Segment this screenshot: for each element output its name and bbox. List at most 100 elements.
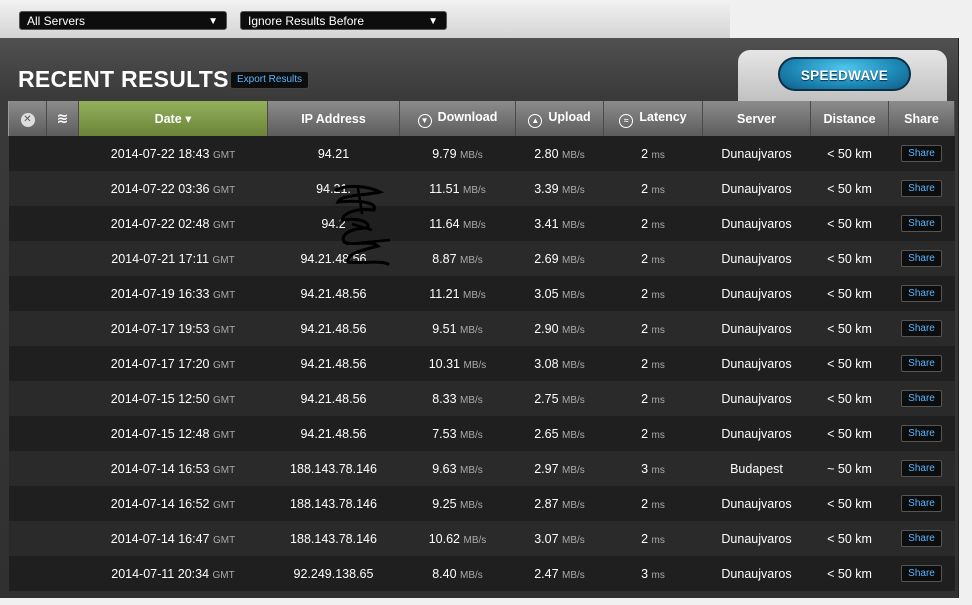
ip-cell: 188.143.78.146	[267, 451, 400, 486]
row-spacer	[46, 311, 79, 346]
row-spacer	[8, 171, 47, 206]
date-cell: 2014-07-17 17:20 GMT	[78, 346, 268, 381]
speedwave-column[interactable]: ≋	[46, 101, 79, 136]
download-cell: 11.21 MB/s	[399, 276, 516, 311]
row-spacer	[46, 556, 79, 591]
date-cell: 2014-07-11 20:34 GMT	[78, 556, 268, 591]
date-cell: 2014-07-21 17:11 GMT	[78, 241, 268, 276]
ip-cell: 94.21.48.56	[267, 416, 400, 451]
ip-column-header[interactable]: IP Address	[267, 101, 400, 136]
server-cell: Dunaujvaros	[702, 136, 811, 171]
download-cell: 10.62 MB/s	[399, 521, 516, 556]
upload-cell: 2.69 MB/s	[515, 241, 604, 276]
latency-cell: 2 ms	[603, 241, 703, 276]
download-column-header[interactable]: ▼ Download	[399, 101, 516, 136]
share-button[interactable]: Share	[901, 320, 942, 337]
share-button[interactable]: Share	[901, 355, 942, 372]
table-row: 2014-07-22 18:43 GMT 94.21 9.79 MB/s 2.80 M…	[8, 136, 955, 171]
distance-cell: < 50 km	[810, 241, 889, 276]
upload-cell: 3.05 MB/s	[515, 276, 604, 311]
download-cell: 8.40 MB/s	[399, 556, 516, 591]
table-row: 2014-07-22 03:36 GMT 94.21. 11.51 MB/s 3.39…	[8, 171, 955, 206]
server-filter-value: All Servers	[27, 14, 86, 28]
date-cell: 2014-07-22 18:43 GMT	[78, 136, 268, 171]
server-cell: Dunaujvaros	[702, 346, 811, 381]
row-spacer	[46, 206, 79, 241]
latency-cell: 2 ms	[603, 136, 703, 171]
page-title: RECENT RESULTS	[18, 66, 229, 92]
row-spacer	[46, 276, 79, 311]
clear-column[interactable]: ✕	[8, 101, 47, 136]
latency-cell: 3 ms	[603, 556, 703, 591]
share-button[interactable]: Share	[901, 390, 942, 407]
distance-cell: < 50 km	[810, 486, 889, 521]
table-row: 2014-07-17 19:53 GMT 94.21.48.56 9.51 MB/s…	[8, 311, 955, 346]
latency-cell: 2 ms	[603, 381, 703, 416]
date-cell: 2014-07-22 02:48 GMT	[78, 206, 268, 241]
row-spacer	[8, 346, 47, 381]
share-button[interactable]: Share	[901, 530, 942, 547]
row-spacer	[46, 451, 79, 486]
share-cell: Share	[888, 486, 955, 521]
share-cell: Share	[888, 521, 955, 556]
share-button[interactable]: Share	[901, 565, 942, 582]
share-button[interactable]: Share	[901, 215, 942, 232]
ignore-results-value: Ignore Results Before	[248, 14, 365, 28]
row-spacer	[46, 486, 79, 521]
date-cell: 2014-07-14 16:52 GMT	[78, 486, 268, 521]
distance-cell: < 50 km	[810, 416, 889, 451]
table-row: 2014-07-14 16:53 GMT 188.143.78.146 9.63 M…	[8, 451, 955, 486]
ignore-results-select[interactable]: Ignore Results Before ▼	[240, 11, 447, 30]
distance-header-label: Distance	[823, 111, 876, 126]
speedwave-button[interactable]: SPEEDWAVE	[778, 57, 911, 91]
server-column-header[interactable]: Server	[702, 101, 811, 136]
upload-cell: 2.97 MB/s	[515, 451, 604, 486]
upload-cell: 2.80 MB/s	[515, 136, 604, 171]
close-icon[interactable]: ✕	[20, 112, 35, 127]
share-button[interactable]: Share	[901, 180, 942, 197]
server-filter-select[interactable]: All Servers ▼	[19, 11, 227, 30]
date-cell: 2014-07-15 12:48 GMT	[78, 416, 268, 451]
share-cell: Share	[888, 451, 955, 486]
row-spacer	[8, 136, 47, 171]
ip-cell: 188.143.78.146	[267, 486, 400, 521]
upload-cell: 3.07 MB/s	[515, 521, 604, 556]
date-cell: 2014-07-17 19:53 GMT	[78, 311, 268, 346]
row-spacer	[8, 416, 47, 451]
upload-cell: 3.39 MB/s	[515, 171, 604, 206]
latency-header-label: Latency	[639, 109, 687, 124]
date-cell: 2014-07-15 12:50 GMT	[78, 381, 268, 416]
download-cell: 8.87 MB/s	[399, 241, 516, 276]
share-button[interactable]: Share	[901, 425, 942, 442]
share-button[interactable]: Share	[901, 285, 942, 302]
ip-cell: 94.21.48.56	[267, 381, 400, 416]
distance-cell: < 50 km	[810, 346, 889, 381]
export-results-button[interactable]: Export Results	[230, 71, 310, 89]
share-cell: Share	[888, 381, 955, 416]
latency-cell: 2 ms	[603, 346, 703, 381]
download-cell: 8.33 MB/s	[399, 381, 516, 416]
dropdown-arrow-icon: ▼	[208, 16, 218, 27]
upload-cell: 2.87 MB/s	[515, 486, 604, 521]
server-cell: Dunaujvaros	[702, 556, 811, 591]
table-row: 2014-07-15 12:48 GMT 94.21.48.56 7.53 MB/s…	[8, 416, 955, 451]
share-cell: Share	[888, 346, 955, 381]
share-button[interactable]: Share	[901, 495, 942, 512]
table-row: 2014-07-14 16:47 GMT 188.143.78.146 10.62 …	[8, 521, 955, 556]
server-cell: Dunaujvaros	[702, 311, 811, 346]
distance-cell: < 50 km	[810, 556, 889, 591]
date-column-header[interactable]: Date ▾	[78, 101, 268, 136]
upload-column-header[interactable]: ▲ Upload	[515, 101, 604, 136]
server-cell: Dunaujvaros	[702, 276, 811, 311]
row-spacer	[8, 311, 47, 346]
date-header-label: Date ▾	[154, 112, 192, 126]
distance-cell: < 50 km	[810, 206, 889, 241]
latency-column-header[interactable]: ≈ Latency	[603, 101, 703, 136]
distance-column-header[interactable]: Distance	[810, 101, 889, 136]
share-button[interactable]: Share	[901, 250, 942, 267]
share-button[interactable]: Share	[901, 460, 942, 477]
download-cell: 9.51 MB/s	[399, 311, 516, 346]
table-row: 2014-07-21 17:11 GMT 94.21.48.56 8.87 MB/s…	[8, 241, 955, 276]
share-button[interactable]: Share	[901, 145, 942, 162]
date-cell: 2014-07-19 16:33 GMT	[78, 276, 268, 311]
